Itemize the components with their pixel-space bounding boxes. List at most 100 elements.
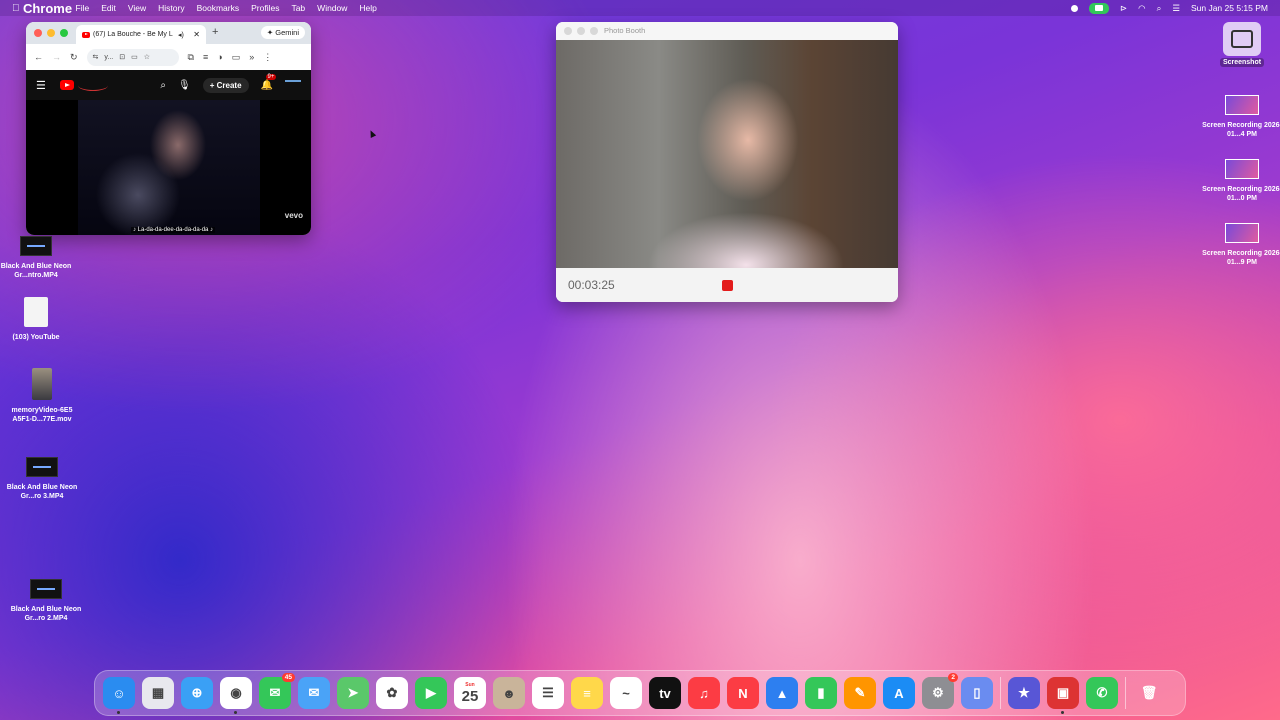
menu-file[interactable]: File	[76, 3, 90, 13]
desktop-file-label: Black And Blue Neon Gr...ro 2.MP4	[10, 606, 82, 622]
profile-icon[interactable]: ▭	[232, 52, 241, 63]
video-player[interactable]: vevo ♪ La-da-da-dee-da-da-da-da ♪	[26, 100, 311, 235]
menu-tab[interactable]: Tab	[291, 3, 305, 13]
menu-view[interactable]: View	[128, 3, 146, 13]
video-thumbnail-icon	[26, 457, 58, 477]
address-bar[interactable]: ⇆ y... ⊡ ▭ ☆	[86, 48, 179, 66]
dock-facetime-icon[interactable]: ▶	[415, 677, 447, 709]
menu-profiles[interactable]: Profiles	[251, 3, 279, 13]
menu-app-name[interactable]: Chrome	[23, 0, 72, 24]
desktop-file-recording[interactable]: Screen Recording 2026-01...9 PM	[1202, 223, 1280, 267]
facetime-glyph: ▶	[426, 685, 436, 700]
playlist-icon[interactable]: ≡	[203, 52, 208, 62]
microphone-icon[interactable]: 🎙	[178, 80, 191, 91]
menu-history[interactable]: History	[158, 3, 184, 13]
dock-phone-icon[interactable]: ✆	[1086, 677, 1118, 709]
close-window-button[interactable]	[564, 27, 572, 35]
back-icon[interactable]: ←	[34, 52, 43, 62]
dock-news-icon[interactable]: N	[727, 677, 759, 709]
dock-photo-booth-icon[interactable]: ▣	[1047, 677, 1079, 714]
desktop-file-recording[interactable]: Screen Recording 2026-01...0 PM	[1202, 159, 1280, 203]
desktop-screenshot-app[interactable]: Screenshot	[1202, 22, 1280, 67]
lens-icon[interactable]: ⊡	[119, 53, 125, 61]
extension-icon[interactable]: ◑	[217, 52, 222, 62]
close-window-button[interactable]	[34, 29, 42, 37]
menu-help[interactable]: Help	[359, 3, 376, 13]
spotlight-icon[interactable]: ⌕	[1157, 3, 1162, 14]
apple-menu-icon[interactable]: 	[12, 3, 20, 14]
desktop-file-document[interactable]: (103) YouTube	[0, 297, 76, 342]
gemini-button[interactable]: ✦ Gemini	[260, 26, 305, 39]
dock-chrome-icon[interactable]: ◉	[220, 677, 252, 714]
wifi-icon[interactable]: ◠	[1138, 3, 1145, 14]
dock-pages-icon[interactable]: ✎	[844, 677, 876, 709]
dock-keynote-icon[interactable]: ▲	[766, 677, 798, 709]
camera-in-use-icon[interactable]	[1089, 2, 1110, 14]
search-icon[interactable]: ⌕	[160, 80, 166, 91]
youtube-logo-icon[interactable]	[59, 80, 74, 90]
bookmark-star-icon[interactable]: ☆	[144, 53, 150, 61]
dock-safari-icon[interactable]: ⊕	[181, 677, 213, 709]
minimize-window-button[interactable]	[47, 29, 55, 37]
record-status-icon[interactable]	[1071, 4, 1079, 12]
notifications-icon[interactable]: 🔔 9+	[261, 73, 277, 91]
desktop-file-video[interactable]: Black And Blue Neon Gr...ntro.MP4	[0, 236, 76, 280]
reload-icon[interactable]: ↻	[70, 52, 78, 63]
dock-launchpad-icon[interactable]: ▦	[142, 677, 174, 709]
desktop-file-video[interactable]: Black And Blue Neon Gr...ro 3.MP4	[2, 457, 82, 501]
dock-trash-icon[interactable]: 🗑	[1133, 677, 1165, 709]
desktop-file-movie[interactable]: memoryVideo-6E5 A5F1-D...77E.mov	[2, 368, 82, 424]
dock-photos-icon[interactable]: ✿	[376, 677, 408, 709]
dock-maps-icon[interactable]: ➤	[337, 677, 369, 709]
tab-strip: (67) La Bouche - Be My L ◂) ✕ + ✦ Gemini	[26, 22, 311, 44]
close-tab-icon[interactable]: ✕	[193, 30, 200, 39]
chrome-menu-icon[interactable]: ⋮	[263, 52, 272, 63]
dock-music-icon[interactable]: ♫	[688, 677, 720, 709]
create-button[interactable]: + Create	[202, 77, 249, 93]
dock-app-store-icon[interactable]: A	[883, 677, 915, 709]
menu-edit[interactable]: Edit	[101, 3, 116, 13]
new-tab-button[interactable]: +	[212, 26, 218, 38]
dock-notes-icon[interactable]: ≡	[571, 677, 603, 709]
dock: ☺ ▦ ⊕ ◉ ✉ 45 ✉ ➤ ✿ ▶ Sun 25 ☻ ☰ ≡ ~ tv ♫ N ▲ ▮ ✎ A ⚙ 2 ▯ ★ ▣ ✆ 🗑	[94, 670, 1186, 716]
dock-apple-tv-icon[interactable]: tv	[649, 677, 681, 709]
menu-window[interactable]: Window	[317, 3, 347, 13]
iphone-mirroring-glyph: ▯	[973, 685, 981, 700]
speaker-icon[interactable]: ◂)	[178, 31, 184, 39]
menu-bookmarks[interactable]: Bookmarks	[197, 3, 240, 13]
video-thumbnail-icon	[30, 579, 62, 599]
tab-youtube[interactable]: (67) La Bouche - Be My L ◂) ✕	[76, 25, 206, 44]
dock-messages-icon[interactable]: ✉ 45	[259, 673, 295, 709]
dock-freeform-icon[interactable]: ~	[610, 677, 642, 709]
extensions-icon[interactable]: ⧉	[188, 52, 194, 63]
zoom-window-button[interactable]	[60, 29, 68, 37]
cast-icon[interactable]: ▭	[131, 53, 138, 61]
dock-numbers-icon[interactable]: ▮	[805, 677, 837, 709]
youtube-doodle[interactable]	[77, 80, 108, 91]
zoom-window-button[interactable]	[590, 27, 598, 35]
hamburger-menu-icon[interactable]: ☰	[36, 79, 46, 92]
dock-iphone-mirroring-icon[interactable]: ▯	[961, 677, 993, 709]
minimize-window-button[interactable]	[577, 27, 585, 35]
dock-contacts-icon[interactable]: ☻	[493, 677, 525, 709]
stop-recording-button[interactable]	[722, 280, 733, 291]
dock-separator	[1125, 677, 1126, 709]
desktop-file-recording[interactable]: Screen Recording 2026-01...4 PM	[1202, 95, 1280, 139]
menubar-clock[interactable]: Sun Jan 25 5:15 PM	[1191, 3, 1268, 13]
site-info-icon[interactable]: ⇆	[93, 53, 99, 61]
more-extensions-icon[interactable]: »	[249, 52, 254, 62]
dock-imovie-icon[interactable]: ★	[1008, 677, 1040, 709]
play-icon[interactable]: ⊳	[1120, 3, 1127, 14]
window-controls	[564, 27, 598, 35]
system-settings-glyph: ⚙	[932, 685, 944, 700]
account-avatar[interactable]	[285, 80, 301, 90]
dock-finder-icon[interactable]: ☺	[103, 677, 135, 714]
dock-calendar-icon[interactable]: Sun 25	[454, 677, 486, 709]
dock-system-settings-icon[interactable]: ⚙ 2	[922, 673, 958, 709]
desktop-file-video[interactable]: Black And Blue Neon Gr...ro 2.MP4	[6, 579, 86, 623]
control-center-icon[interactable]: ☰	[1172, 3, 1180, 14]
forward-icon[interactable]: →	[52, 52, 61, 62]
desktop-file-label: Screen Recording 2026-01...0 PM	[1202, 186, 1280, 202]
dock-mail-icon[interactable]: ✉	[298, 677, 330, 709]
dock-reminders-icon[interactable]: ☰	[532, 677, 564, 709]
